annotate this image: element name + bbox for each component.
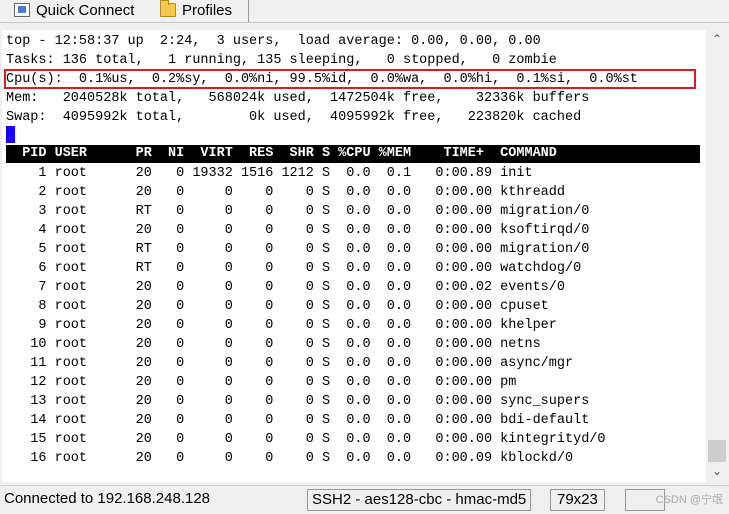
status-bar: Connected to 192.168.248.128 SSH2 - aes1… — [0, 485, 729, 514]
process-row: 12 root 20 0 0 0 0 S 0.0 0.0 0:00.00 pm — [6, 375, 517, 390]
process-row: 3 root RT 0 0 0 0 S 0.0 0.0 0:00.00 migr… — [6, 204, 590, 219]
terminal[interactable]: top - 12:58:37 up 2:24, 3 users, load av… — [2, 30, 706, 482]
scrollbar-thumb[interactable] — [708, 440, 726, 462]
process-table-header: PID USER PR NI VIRT RES SHR S %CPU %MEM … — [6, 146, 557, 161]
process-row: 14 root 20 0 0 0 0 S 0.0 0.0 0:00.00 bdi… — [6, 413, 590, 428]
mem-line: Mem: 2040528k total, 568024k used, 14725… — [6, 91, 590, 106]
quick-connect-button[interactable]: Quick Connect — [14, 0, 134, 20]
chevron-down-icon[interactable]: ⌄ — [712, 465, 722, 477]
process-row: 10 root 20 0 0 0 0 S 0.0 0.0 0:00.00 net… — [6, 337, 541, 352]
swap-line: Swap: 4095992k total, 0k used, 4095992k … — [6, 110, 582, 125]
folder-icon — [160, 0, 176, 17]
process-row: 7 root 20 0 0 0 0 S 0.0 0.0 0:00.02 even… — [6, 280, 565, 295]
process-row: 11 root 20 0 0 0 0 S 0.0 0.0 0:00.00 asy… — [6, 356, 574, 371]
process-row: 2 root 20 0 0 0 0 S 0.0 0.0 0:00.00 kthr… — [6, 185, 565, 200]
process-row: 5 root RT 0 0 0 0 S 0.0 0.0 0:00.00 migr… — [6, 242, 590, 257]
cpu-highlight-box — [4, 69, 696, 89]
toolbar-separator — [248, 0, 249, 22]
top-summary-line: top - 12:58:37 up 2:24, 3 users, load av… — [6, 34, 541, 49]
toolbar: Quick Connect Profiles — [0, 0, 729, 23]
connection-status: Connected to 192.168.248.128 — [4, 490, 211, 507]
vertical-scrollbar[interactable]: ⌃ ⌄ — [706, 30, 728, 482]
cipher-status: SSH2 - aes128-cbc - hmac-md5 — [307, 489, 532, 511]
chevron-up-icon[interactable]: ⌃ — [712, 33, 722, 45]
profiles-button[interactable]: Profiles — [160, 0, 232, 20]
process-row: 16 root 20 0 0 0 0 S 0.0 0.0 0:00.09 kbl… — [6, 451, 574, 466]
tasks-line: Tasks: 136 total, 1 running, 135 sleepin… — [6, 53, 557, 68]
process-row: 9 root 20 0 0 0 0 S 0.0 0.0 0:00.00 khel… — [6, 318, 557, 333]
quick-connect-label: Quick Connect — [36, 1, 135, 19]
quick-connect-icon — [14, 3, 30, 17]
process-row: 4 root 20 0 0 0 0 S 0.0 0.0 0:00.00 ksof… — [6, 223, 590, 238]
process-row: 15 root 20 0 0 0 0 S 0.0 0.0 0:00.00 kin… — [6, 432, 606, 447]
terminal-size: 79x23 — [550, 489, 605, 511]
process-row: 8 root 20 0 0 0 0 S 0.0 0.0 0:00.00 cpus… — [6, 299, 549, 314]
process-row: 13 root 20 0 0 0 0 S 0.0 0.0 0:00.00 syn… — [6, 394, 590, 409]
profiles-label: Profiles — [182, 1, 233, 19]
watermark: CSDN @宁氓 — [655, 494, 723, 506]
process-row: 6 root RT 0 0 0 0 S 0.0 0.0 0:00.00 watc… — [6, 261, 582, 276]
terminal-cursor — [6, 126, 15, 143]
process-row: 1 root 20 0 19332 1516 1212 S 0.0 0.1 0:… — [6, 166, 533, 181]
